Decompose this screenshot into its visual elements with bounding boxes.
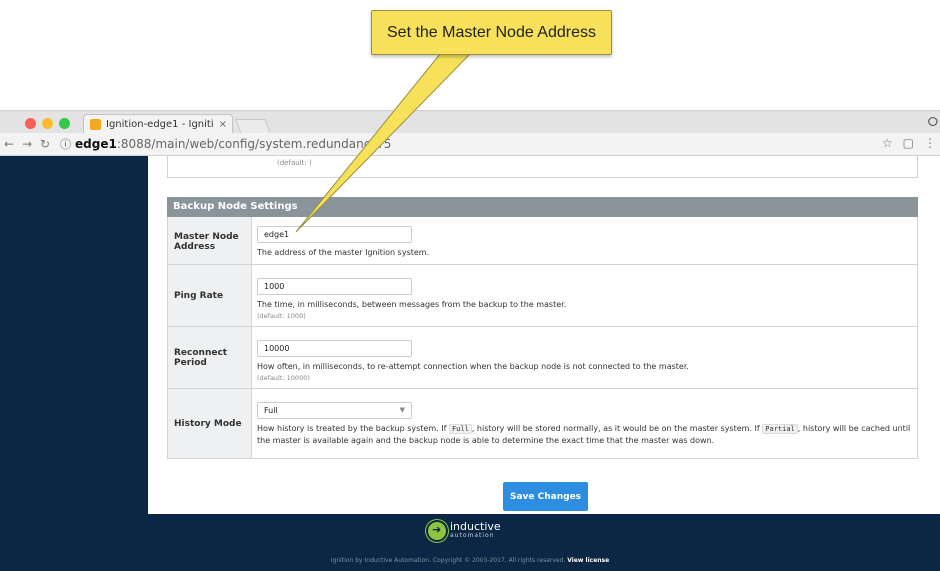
extension-icon[interactable]: ▢ [903, 136, 914, 150]
selected-value: Full [264, 406, 278, 415]
address-bar: ← → ↻ ⓘ edge1 :8088/main/web/config/syst… [0, 133, 940, 156]
chevron-down-icon: ▼ [399, 406, 405, 414]
default-note: (default: 1000) [257, 312, 306, 320]
copyright: Ignition by Inductive Automation. Copyri… [0, 557, 940, 564]
footer: inductive automation Ignition by Inducti… [0, 514, 940, 571]
forward-icon[interactable]: → [18, 137, 36, 151]
back-icon[interactable]: ← [0, 137, 18, 151]
user-icon[interactable]: ⭘ [928, 115, 938, 130]
field-description: How history is treated by the backup sys… [257, 424, 911, 445]
save-changes-button[interactable]: Save Changes [503, 482, 588, 511]
minimize-window-button[interactable] [42, 118, 53, 129]
copyright-text: Ignition by Inductive Automation. Copyri… [330, 557, 566, 564]
info-icon[interactable]: ⓘ [60, 136, 71, 152]
logo-sub: automation [450, 532, 495, 539]
logo-name: inductive [450, 520, 501, 533]
url-field[interactable]: ⓘ edge1 :8088/main/web/config/system.red… [60, 136, 391, 152]
row-ping-rate: Ping Rate 1000 The time, in milliseconds… [167, 265, 918, 327]
star-icon[interactable]: ☆ [882, 136, 893, 150]
history-mode-select[interactable]: Full ▼ [257, 402, 412, 419]
annotation-callout: Set the Master Node Address [371, 10, 612, 55]
browser-tab-bar: Ignition-edge1 - Ignition Gatew × ⭘ [0, 110, 940, 134]
new-tab-button[interactable] [235, 119, 271, 134]
section-header: Backup Node Settings [167, 197, 918, 217]
field-description: How often, in milliseconds, to re-attemp… [257, 362, 689, 371]
reload-icon[interactable]: ↻ [36, 137, 54, 151]
sidebar [0, 156, 148, 514]
tab-title: Ignition-edge1 - Ignition Gatew [106, 118, 214, 130]
callout-text: Set the Master Node Address [387, 23, 596, 41]
close-window-button[interactable] [25, 118, 36, 129]
ignition-favicon-icon [90, 118, 101, 130]
default-note: (default: ) [277, 159, 312, 167]
url-path: :8088/main/web/config/system.redundancy?… [116, 137, 392, 151]
row-label: Ping Rate [168, 265, 252, 326]
field-description: The address of the master Ignition syste… [257, 248, 430, 257]
row-label: Master Node Address [168, 217, 252, 264]
url-host: edge1 [75, 137, 117, 151]
row-reconnect-period: Reconnect Period 10000 How often, in mil… [167, 327, 918, 389]
backup-node-settings: Backup Node Settings Master Node Address… [167, 197, 918, 459]
maximize-window-button[interactable] [59, 118, 70, 129]
reconnect-period-input[interactable]: 10000 [257, 340, 412, 357]
menu-icon[interactable]: ⋮ [924, 136, 936, 150]
row-history-mode: History Mode Full ▼ How history is treat… [167, 389, 918, 459]
browser-tab[interactable]: Ignition-edge1 - Ignition Gatew × [83, 114, 233, 133]
ping-rate-input[interactable]: 1000 [257, 278, 412, 295]
default-note: (default: 10000) [257, 374, 310, 382]
gear-logo-icon [428, 522, 446, 540]
tab-close-icon[interactable]: × [214, 119, 232, 130]
main-content: (default: ) Backup Node Settings Master … [148, 156, 940, 514]
master-node-address-input[interactable]: edge1 [257, 226, 412, 243]
field-description: The time, in milliseconds, between messa… [257, 300, 567, 309]
code-full: Full [448, 424, 472, 434]
row-master-node-address: Master Node Address edge1 The address of… [167, 217, 918, 265]
previous-section-box: (default: ) [167, 156, 918, 178]
code-partial: Partial [762, 424, 798, 434]
row-label: Reconnect Period [168, 327, 252, 388]
inductive-automation-logo: inductive automation [428, 520, 501, 540]
row-label: History Mode [168, 389, 252, 458]
view-license-link[interactable]: View license [567, 557, 609, 564]
